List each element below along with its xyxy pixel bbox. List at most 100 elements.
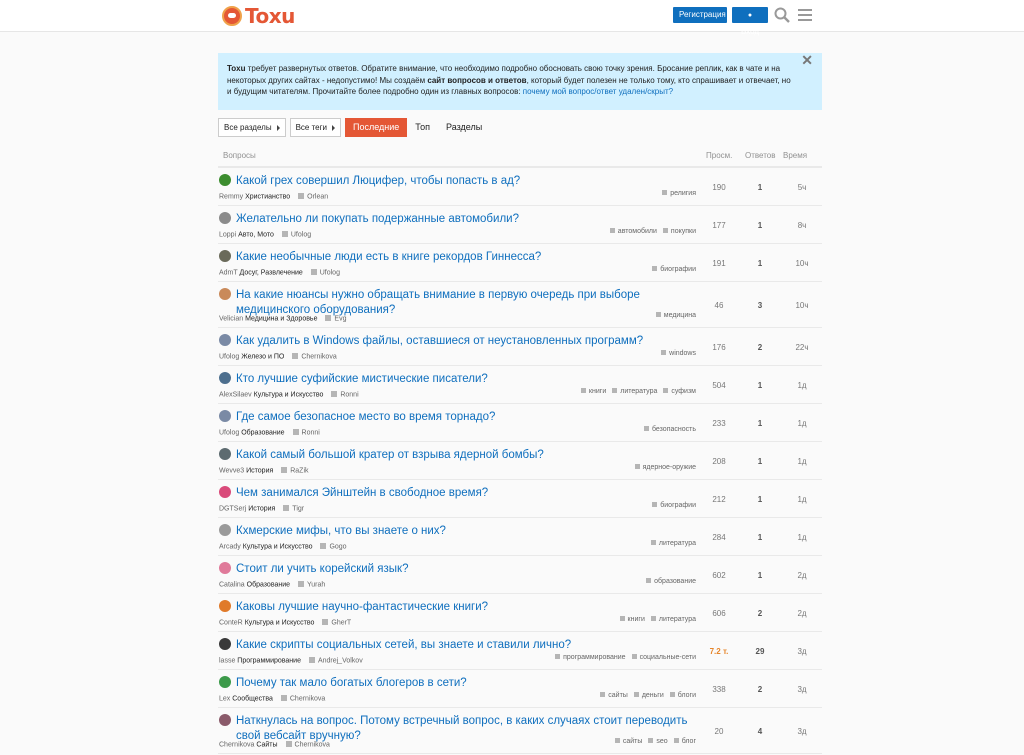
activity-time[interactable]: 1д (785, 419, 819, 428)
category-link[interactable]: Досуг, Развлечение (240, 269, 303, 276)
author-name[interactable]: Arcady (219, 543, 241, 550)
avatar[interactable] (219, 676, 231, 688)
answers-count[interactable]: 1 (744, 571, 776, 580)
tag-link[interactable]: покупки (663, 228, 696, 235)
answers-count[interactable]: 3 (744, 301, 776, 310)
avatar[interactable] (219, 372, 231, 384)
tag-link[interactable]: биографии (652, 266, 696, 273)
topic-row[interactable]: Наткнулась на вопрос. Потому встречный в… (218, 708, 822, 754)
activity-time[interactable]: 3д (785, 685, 819, 694)
topic-row[interactable]: Чем занимался Эйнштейн в свободное время… (218, 480, 822, 518)
tag-link[interactable]: религия (662, 190, 696, 197)
topic-row[interactable]: Какой самый большой кратер от взрыва яде… (218, 442, 822, 480)
answers-count[interactable]: 1 (744, 495, 776, 504)
answers-count[interactable]: 1 (744, 419, 776, 428)
topic-title[interactable]: Какой самый большой кратер от взрыва яде… (236, 448, 706, 463)
col-time[interactable]: Время (783, 151, 807, 160)
topic-row[interactable]: Кхмерские мифы, что вы знаете о них? Arc… (218, 518, 822, 556)
category-link[interactable]: Культура и Искусство (245, 619, 315, 626)
tag-link[interactable]: автомобили (610, 228, 657, 235)
topic-row[interactable]: Какие необычные люди есть в книге рекорд… (218, 244, 822, 282)
activity-time[interactable]: 5ч (785, 183, 819, 192)
category-link[interactable]: Культура и Искусство (243, 543, 313, 550)
last-poster[interactable]: Ronni (340, 391, 358, 398)
last-poster[interactable]: Orlean (307, 193, 328, 200)
activity-time[interactable]: 10ч (785, 259, 819, 268)
tab-top[interactable]: Топ (407, 118, 438, 137)
topic-title[interactable]: Каковы лучшие научно-фантастические книг… (236, 600, 706, 615)
topic-title[interactable]: Кхмерские мифы, что вы знаете о них? (236, 524, 706, 539)
author-name[interactable]: Catalina (219, 581, 245, 588)
category-link[interactable]: Медицина и Здоровье (245, 315, 317, 322)
author-name[interactable]: Remmy (219, 193, 243, 200)
activity-time[interactable]: 2д (785, 609, 819, 618)
tag-link[interactable]: сайты (600, 692, 628, 699)
answers-count[interactable]: 1 (744, 533, 776, 542)
avatar[interactable] (219, 448, 231, 460)
tag-link[interactable]: образование (646, 578, 696, 585)
tab-categories[interactable]: Разделы (438, 118, 490, 137)
banner-link[interactable]: почему мой вопрос/ответ удален/скрыт? (523, 87, 673, 96)
avatar[interactable] (219, 638, 231, 650)
tag-link[interactable]: литература (651, 616, 696, 623)
topic-title[interactable]: Желательно ли покупать подержанные автом… (236, 212, 706, 227)
tag-link[interactable]: суфизм (663, 388, 696, 395)
category-link[interactable]: Программирование (237, 657, 301, 664)
last-poster[interactable]: Yurah (307, 581, 325, 588)
category-link[interactable]: Сайты (256, 741, 277, 748)
topic-row[interactable]: На какие нюансы нужно обращать внимание … (218, 282, 822, 328)
search-icon[interactable] (773, 6, 791, 24)
avatar[interactable] (219, 600, 231, 612)
tag-link[interactable]: seo (648, 738, 667, 745)
answers-count[interactable]: 4 (744, 727, 776, 736)
tags-dropdown[interactable]: Все теги (289, 118, 341, 137)
col-views[interactable]: Просм. (706, 151, 732, 160)
tag-link[interactable]: блог (674, 738, 696, 745)
tag-link[interactable]: литература (612, 388, 657, 395)
tab-latest[interactable]: Последние (345, 118, 408, 137)
last-poster[interactable]: Ufolog (320, 269, 340, 276)
topic-row[interactable]: Какие скрипты социальных сетей, вы знает… (218, 632, 822, 670)
avatar[interactable] (219, 410, 231, 422)
tag-link[interactable]: windows (661, 350, 696, 357)
tag-link[interactable]: книги (581, 388, 606, 395)
topic-title[interactable]: Какой грех совершил Люцифер, чтобы попас… (236, 174, 706, 189)
last-poster[interactable]: Gogo (329, 543, 346, 550)
activity-time[interactable]: 1д (785, 457, 819, 466)
author-name[interactable]: Ufolog (219, 429, 239, 436)
category-link[interactable]: Христианство (245, 193, 290, 200)
topic-title[interactable]: Почему так мало богатых блогеров в сети? (236, 676, 706, 691)
last-poster[interactable]: Evg (334, 315, 346, 322)
topic-row[interactable]: Кто лучшие суфийские мистические писател… (218, 366, 822, 404)
topic-row[interactable]: Как удалить в Windows файлы, оставшиеся … (218, 328, 822, 366)
author-name[interactable]: ConteR (219, 619, 243, 626)
tag-link[interactable]: деньги (634, 692, 664, 699)
activity-time[interactable]: 10ч (785, 301, 819, 310)
author-name[interactable]: lasse (219, 657, 235, 664)
author-name[interactable]: AdmT (219, 269, 238, 276)
topic-row[interactable]: Какой грех совершил Люцифер, чтобы попас… (218, 168, 822, 206)
answers-count[interactable]: 2 (744, 343, 776, 352)
category-link[interactable]: Сообщества (232, 695, 273, 702)
col-answers[interactable]: Ответов (745, 151, 776, 160)
activity-time[interactable]: 3д (785, 727, 819, 736)
last-poster[interactable]: Chernikova (290, 695, 325, 702)
author-name[interactable]: Ufolog (219, 353, 239, 360)
tag-link[interactable]: сайты (615, 738, 643, 745)
avatar[interactable] (219, 714, 231, 726)
activity-time[interactable]: 8ч (785, 221, 819, 230)
author-name[interactable]: Loppi (219, 231, 236, 238)
activity-time[interactable]: 22ч (785, 343, 819, 352)
avatar[interactable] (219, 174, 231, 186)
topic-title[interactable]: Какие скрипты социальных сетей, вы знает… (236, 638, 706, 653)
author-name[interactable]: Velician (219, 315, 243, 322)
category-link[interactable]: Образование (241, 429, 284, 436)
last-poster[interactable]: GherT (331, 619, 351, 626)
topic-title[interactable]: Кто лучшие суфийские мистические писател… (236, 372, 706, 387)
topic-title[interactable]: На какие нюансы нужно обращать внимание … (236, 288, 706, 318)
tag-link[interactable]: блоги (670, 692, 696, 699)
topic-title[interactable]: Где самое безопасное место во время торн… (236, 410, 706, 425)
activity-time[interactable]: 2д (785, 571, 819, 580)
category-link[interactable]: Авто, Мото (238, 231, 274, 238)
tag-link[interactable]: биографии (652, 502, 696, 509)
